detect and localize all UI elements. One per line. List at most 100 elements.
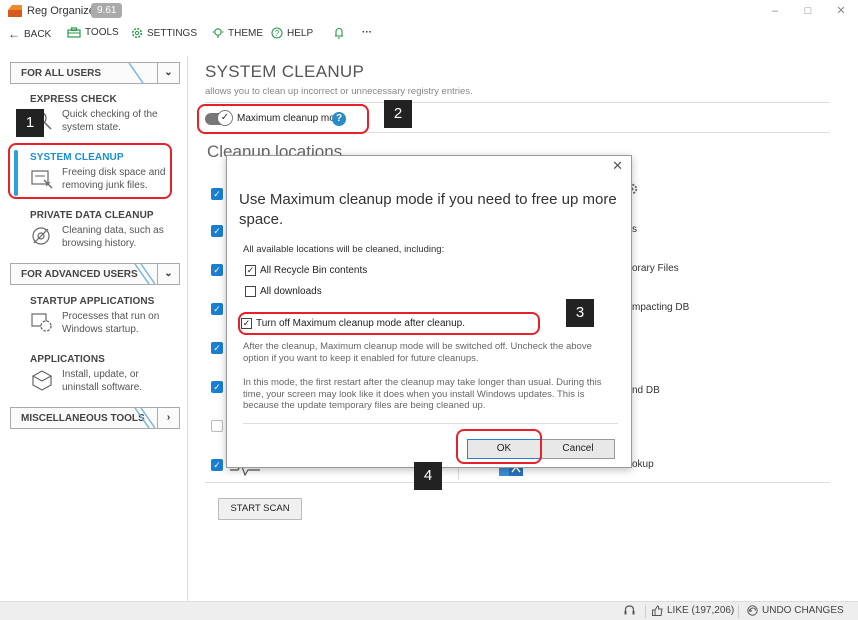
start-scan-button[interactable]: START SCAN (218, 498, 302, 520)
location-label: s (632, 224, 637, 235)
back-label: BACK (24, 28, 52, 40)
dialog-note-1: After the cleanup, Maximum cleanup mode … (243, 341, 592, 364)
step-marker-3: 3 (566, 299, 594, 327)
divider (205, 482, 830, 483)
gear-icon (131, 27, 143, 39)
chevron-right-icon[interactable]: › (157, 408, 179, 428)
location-checkbox[interactable]: ✓ (211, 225, 223, 237)
tools-label: TOOLS (85, 27, 119, 38)
applications-box-icon (31, 370, 53, 391)
step-marker-1: 1 (16, 109, 44, 137)
location-label: orary Files (632, 263, 679, 274)
lightbulb-icon (212, 28, 224, 38)
dialog-heading: Use Maximum cleanup mode if you need to … (239, 191, 617, 228)
undo-label: UNDO CHANGES (762, 605, 844, 616)
divider (205, 102, 830, 103)
help-button[interactable]: ? HELP (271, 27, 313, 39)
question-circle-icon: ? (271, 27, 283, 39)
nav-express-check-desc: Quick checking of the system state. (62, 109, 158, 133)
like-label: LIKE (197,206) (667, 605, 735, 616)
section-for-advanced-users[interactable]: FOR ADVANCED USERS ⌄ (10, 263, 180, 285)
close-window-button[interactable]: ✕ (826, 2, 856, 20)
divider (738, 605, 739, 618)
theme-button[interactable]: THEME (212, 27, 263, 39)
recycle-bin-checkbox[interactable]: ✓ (245, 265, 256, 276)
location-checkbox[interactable]: ✓ (211, 381, 223, 393)
slash-decoration-icon (134, 264, 155, 284)
tools-button[interactable]: TOOLS (67, 27, 119, 38)
slash-decoration-icon (134, 408, 155, 428)
arrow-left-icon: ← (8, 27, 20, 41)
recycle-bin-label: All Recycle Bin contents (260, 265, 368, 276)
slash-decoration-icon (128, 63, 144, 83)
startup-gear-icon (31, 313, 52, 332)
nav-startup-desc: Processes that run on Windows startup. (62, 311, 160, 335)
section-for-all-users[interactable]: FOR ALL USERS ⌄ (10, 62, 180, 84)
section-advanced-label: FOR ADVANCED USERS (21, 268, 138, 280)
toolbar: ← BACK TOOLS SETTINGS THEME ? HELP ··· (0, 25, 858, 45)
location-label: mpacting DB (632, 302, 690, 313)
nav-applications-title: APPLICATIONS (30, 354, 105, 365)
headset-icon (624, 605, 635, 615)
dialog-included-label: All available locations will be cleaned,… (243, 244, 445, 255)
maximize-button[interactable]: □ (793, 2, 823, 20)
downloads-label: All downloads (260, 286, 322, 297)
notifications-button[interactable] (333, 27, 345, 39)
bell-icon (335, 27, 343, 39)
location-checkbox[interactable]: ✓ (211, 342, 223, 354)
nav-startup-title: STARTUP APPLICATIONS (30, 296, 155, 307)
app-logo-icon (8, 5, 22, 17)
nav-express-check[interactable]: EXPRESS CHECK Quick checking of the syst… (20, 94, 180, 133)
divider (243, 423, 618, 424)
location-checkbox[interactable]: ✓ (211, 459, 223, 471)
location-checkbox[interactable]: ✓ (211, 264, 223, 276)
location-checkbox-unchecked[interactable] (211, 420, 223, 432)
svg-text:?: ? (275, 29, 280, 38)
settings-button[interactable]: SETTINGS (131, 27, 197, 39)
like-button[interactable]: LIKE (197,206) (652, 605, 734, 616)
app-title: Reg Organizer (27, 5, 99, 17)
nav-private-data-title: PRIVATE DATA CLEANUP (30, 210, 154, 221)
toolbox-icon (67, 27, 81, 38)
highlight-max-cleanup-toggle (197, 104, 369, 134)
downloads-checkbox[interactable] (245, 286, 256, 297)
thumbs-up-icon (652, 605, 663, 616)
section-misc-label: MISCELLANEOUS TOOLS (21, 412, 145, 424)
location-checkbox[interactable]: ✓ (211, 188, 223, 200)
nav-startup-applications[interactable]: STARTUP APPLICATIONS Processes that run … (20, 296, 180, 335)
step-marker-2: 2 (384, 100, 412, 128)
chevron-down-icon[interactable]: ⌄ (157, 63, 179, 83)
privacy-eye-icon (32, 227, 50, 245)
more-button[interactable]: ··· (362, 27, 372, 38)
dialog-note-2: In this mode, the first restart after th… (243, 377, 602, 411)
highlight-system-cleanup (8, 143, 172, 199)
status-bar: LIKE (197,206) UNDO CHANGES (0, 601, 858, 620)
nav-applications[interactable]: APPLICATIONS Install, update, or uninsta… (20, 354, 180, 393)
nav-express-check-title: EXPRESS CHECK (30, 94, 117, 105)
cancel-button[interactable]: Cancel (541, 439, 615, 459)
location-label: nd DB (632, 385, 660, 396)
back-button[interactable]: ← BACK (8, 27, 51, 41)
dialog-close-button[interactable]: ✕ (612, 158, 623, 174)
minimize-button[interactable]: – (760, 2, 790, 20)
location-checkbox[interactable]: ✓ (211, 303, 223, 315)
help-label: HELP (287, 27, 314, 39)
nav-private-data-desc: Cleaning data, such as browsing history. (62, 225, 164, 249)
section-miscellaneous-tools[interactable]: MISCELLANEOUS TOOLS › (10, 407, 180, 429)
page-subtitle: allows you to clean up incorrect or unne… (205, 86, 473, 97)
divider (645, 605, 646, 618)
theme-label: THEME (228, 27, 263, 39)
nav-applications-desc: Install, update, or uninstall software. (62, 369, 143, 393)
support-button[interactable] (624, 605, 635, 616)
undo-icon (747, 605, 758, 616)
highlight-ok-button (456, 429, 542, 464)
settings-label: SETTINGS (147, 27, 198, 39)
version-badge: 9.61 (91, 3, 123, 18)
highlight-turn-off-option (238, 312, 540, 335)
undo-changes-button[interactable]: UNDO CHANGES (747, 605, 844, 616)
nav-private-data-cleanup[interactable]: PRIVATE DATA CLEANUP Cleaning data, such… (20, 210, 180, 249)
step-marker-4: 4 (414, 462, 442, 490)
location-label: okup (632, 459, 654, 470)
chevron-down-icon[interactable]: ⌄ (157, 264, 179, 284)
title-bar: Reg Organizer 9.61 – □ ✕ (0, 0, 858, 24)
